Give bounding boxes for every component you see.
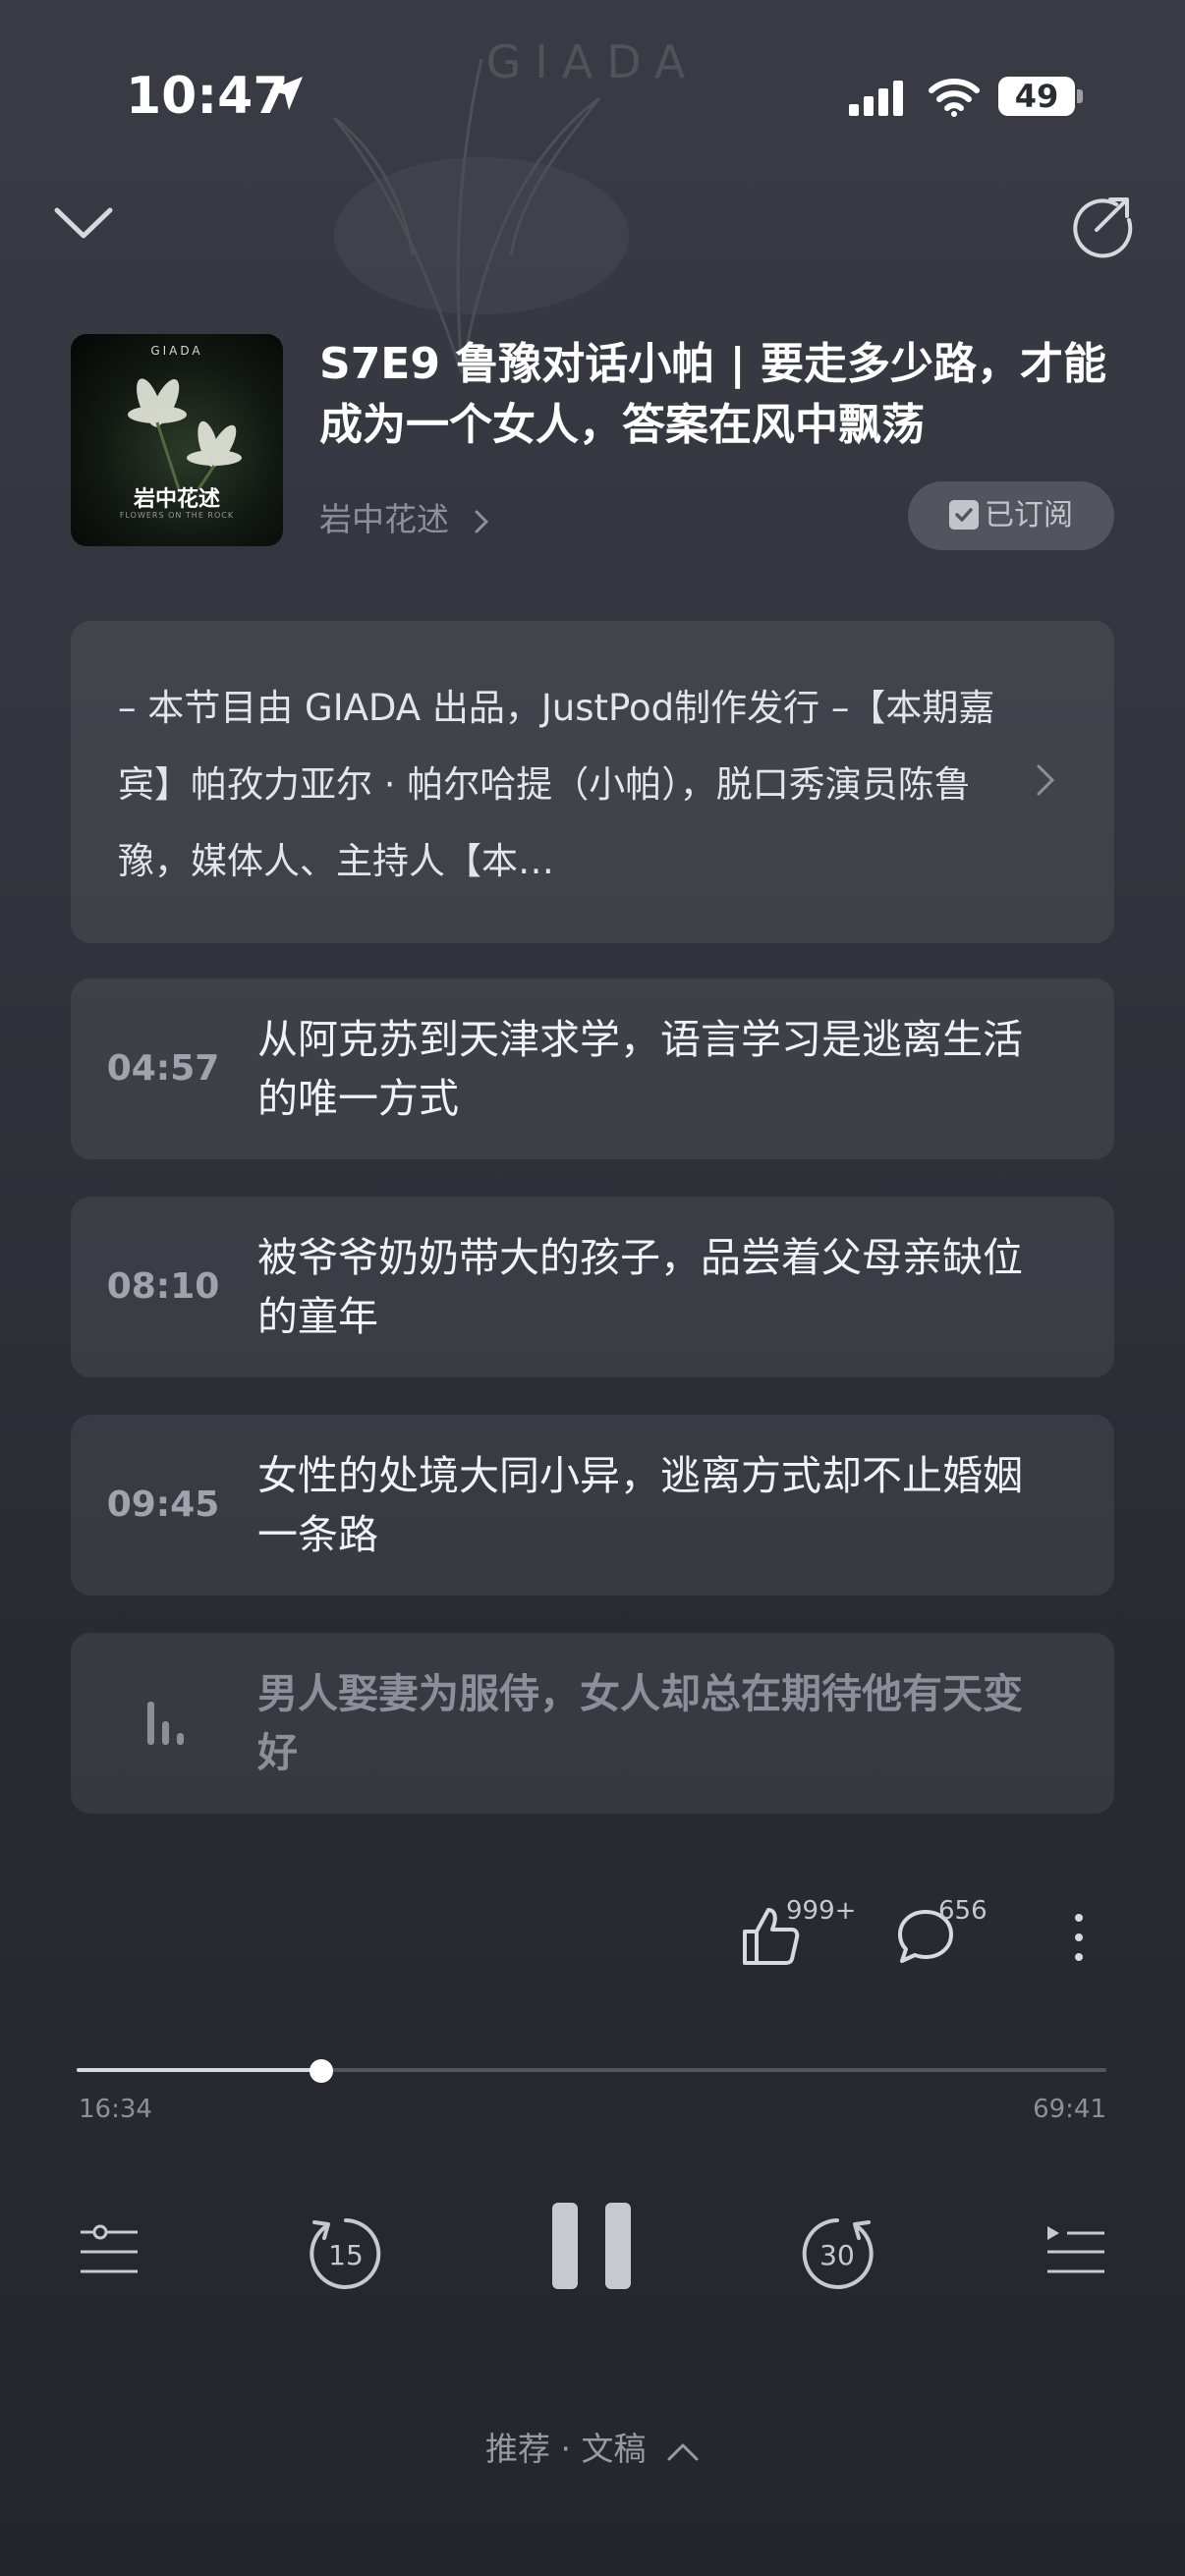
cover-flower-art [128,378,242,490]
chapter-item[interactable]: 08:10 被爷爷奶奶带大的孩子，品尝着父母亲缺位的童年 [71,1197,1114,1377]
location-arrow-icon [269,77,303,110]
chapter-title: 被爷爷奶奶带大的孩子，品尝着父母亲缺位的童年 [257,1234,1023,1340]
subscribed-check-icon [949,500,979,530]
pause-button[interactable] [550,2201,633,2291]
chevron-right-icon [1037,764,1055,796]
chapter-time: 08:10 [106,1266,220,1307]
chapter-time: 04:57 [106,1048,220,1089]
cover-subtitle: FLOWERS ON THE ROCK [119,511,235,520]
comment-count: 656 [938,1896,988,1926]
forward-seconds: 30 [819,2239,855,2271]
episode-actions: 999+ 656 [0,1886,1185,1985]
recommend-transcript-toggle[interactable]: 推荐 · 文稿 [0,2423,1185,2470]
progress-thumb[interactable] [310,2059,334,2083]
rewind-15-icon[interactable]: 15 [305,2212,387,2295]
battery-icon: 49 [998,77,1083,116]
like-count: 999+ [786,1896,857,1926]
playback-progress-slider[interactable] [77,2059,1106,2083]
chapter-item[interactable]: 04:57 从阿克苏到天津求学，语言学习是逃离生活的唯一方式 [71,979,1114,1159]
show-name-label: 岩中花述 [319,500,449,538]
playback-settings-icon[interactable] [79,2224,140,2279]
chevron-up-icon [667,2443,699,2460]
total-time: 69:41 [1033,2095,1106,2124]
battery-level: 49 [998,77,1075,116]
wifi-icon [929,79,980,117]
elapsed-time: 16:34 [79,2095,152,2124]
show-name-link[interactable]: 岩中花述 [319,493,489,540]
chapter-title: 从阿克苏到天津求学，语言学习是逃离生活的唯一方式 [257,1016,1023,1122]
subscribed-button[interactable]: 已订阅 [908,481,1114,550]
signal-icon [849,81,903,116]
episode-title: S7E9 鲁豫对话小帕 | 要走多少路，才能成为一个女人，答案在风中飘荡 [319,339,1107,450]
cover-title: 岩中花述 [133,486,220,512]
progress-fill [77,2068,322,2072]
subscribed-label: 已订阅 [985,498,1073,532]
rewind-seconds: 15 [328,2239,364,2271]
cover-brand: GIADA [150,344,203,358]
status-time: 10:47 [126,67,289,126]
more-options-icon[interactable] [1067,1908,1091,1967]
episode-description-card[interactable]: – 本节目由 GIADA 出品，JustPod制作发行 –【本期嘉宾】帕孜力亚尔… [71,621,1114,943]
chapter-item-playing[interactable]: 男人娶妻为服侍，女人却总在期待他有天变好 [71,1633,1114,1814]
episode-description: – 本节目由 GIADA 出品，JustPod制作发行 –【本期嘉宾】帕孜力亚尔… [118,687,995,882]
status-bar: 10:47 49 [0,0,1185,187]
player-controls: 15 30 [0,2201,1185,2299]
forward-30-icon[interactable]: 30 [796,2212,878,2295]
chevron-right-icon [475,510,488,532]
now-playing-bars-icon [147,1702,184,1745]
bottom-tabs-label: 推荐 · 文稿 [485,2430,647,2468]
chapter-item[interactable]: 09:45 女性的处境大同小异，逃离方式却不止婚姻一条路 [71,1415,1114,1596]
chapter-title: 男人娶妻为服侍，女人却总在期待他有天变好 [257,1670,1023,1776]
podcast-cover-image[interactable]: GIADA 岩中花述 FLOWERS ON THE ROCK [71,334,283,546]
collapse-chevron-icon[interactable] [51,195,116,250]
episode-header: GIADA 岩中花述 FLOWERS ON THE ROCK S7E9 鲁豫对话… [71,334,1114,550]
chapter-title: 女性的处境大同小异，逃离方式却不止婚姻一条路 [257,1452,1023,1558]
playlist-icon[interactable] [1045,2224,1106,2279]
share-icon[interactable] [1067,191,1136,259]
chapter-time: 09:45 [106,1484,220,1525]
